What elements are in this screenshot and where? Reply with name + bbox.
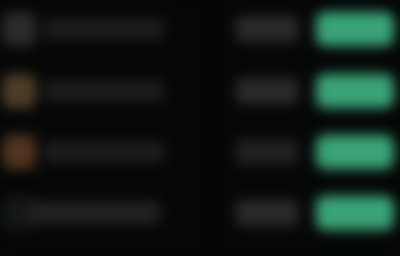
app-icon <box>2 135 36 169</box>
row-meta <box>236 139 298 165</box>
row-meta <box>236 200 298 226</box>
row-meta <box>236 78 298 104</box>
blurred-list-view <box>0 0 400 256</box>
row-title <box>44 80 164 102</box>
row-title <box>30 202 160 224</box>
row-title <box>44 18 164 40</box>
app-icon <box>2 12 36 46</box>
row-action-button[interactable] <box>316 12 394 46</box>
list-row[interactable] <box>0 129 400 175</box>
list-row[interactable] <box>0 68 400 114</box>
app-icon <box>2 74 36 108</box>
row-action-button[interactable] <box>316 196 394 230</box>
list-row[interactable] <box>0 190 400 236</box>
list-row[interactable] <box>0 6 400 52</box>
row-meta <box>236 16 298 42</box>
row-action-button[interactable] <box>316 74 394 108</box>
row-action-button[interactable] <box>316 135 394 169</box>
row-title <box>44 141 164 163</box>
